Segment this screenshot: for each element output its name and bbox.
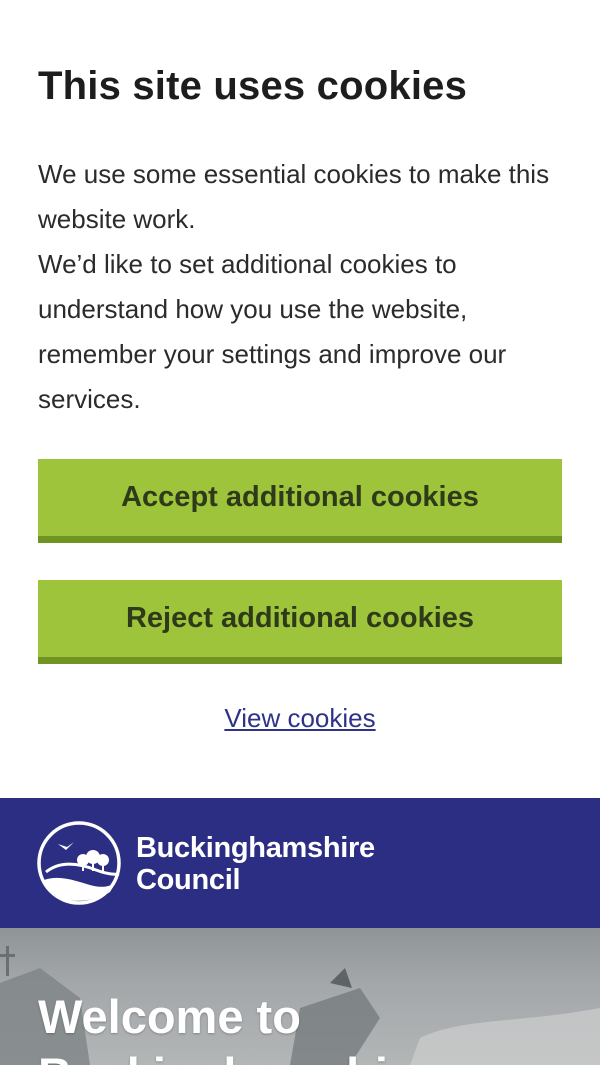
cookie-banner-description: We use some essential cookies to make th… [38, 152, 568, 422]
council-name: Buckinghamshire Council [136, 832, 375, 896]
reject-cookies-button[interactable]: Reject additional cookies [38, 580, 562, 664]
council-logo-icon [37, 821, 121, 905]
hero-title: Welcome to Buckinghamshire [38, 988, 432, 1065]
hero-banner: Welcome to Buckinghamshire [0, 928, 600, 1065]
council-name-line-1: Buckinghamshire [136, 832, 375, 864]
hero-title-line-1: Welcome to [38, 990, 301, 1043]
hero-title-line-2: Buckinghamshire [38, 1046, 432, 1065]
cookie-additional-text: We’d like to set additional cookies to u… [38, 249, 507, 414]
cookie-banner-title: This site uses cookies [38, 64, 468, 108]
cookie-essential-text: We use some essential cookies to make th… [38, 159, 550, 234]
cookie-banner: This site uses cookies We use some essen… [0, 0, 600, 798]
council-name-line-2: Council [136, 864, 241, 896]
accept-cookies-button[interactable]: Accept additional cookies [38, 459, 562, 543]
view-cookies-link[interactable]: View cookies [0, 703, 600, 734]
